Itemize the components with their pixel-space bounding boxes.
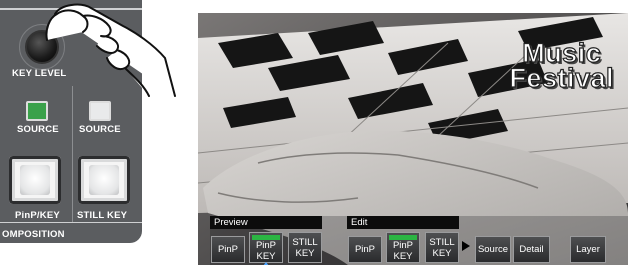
edit-pinp-key-line2: KEY [393, 250, 413, 262]
preview-pinp-button[interactable]: PinP [211, 236, 245, 263]
preview-pinp-label: PinP [217, 244, 239, 255]
layer-button[interactable]: Layer [570, 236, 606, 263]
preview-still-key-line1: STILL [292, 236, 318, 248]
preview-section-label: Preview [210, 216, 322, 229]
preview-pinp-key-button[interactable]: PinP KEY [249, 232, 283, 263]
preview-still-key-button[interactable]: STILL KEY [288, 232, 322, 263]
video-preview-screen: Music Festival Preview Edit PinP PinP KE… [198, 13, 628, 265]
edit-still-key-button[interactable]: STILL KEY [425, 232, 459, 263]
edit-pinp-label: PinP [354, 244, 376, 255]
title-line-2: Festival [509, 63, 614, 93]
pinp-key-button[interactable] [9, 156, 61, 204]
source-led-left[interactable] [26, 101, 48, 121]
source-label-right: SOURCE [79, 124, 121, 135]
edit-pinp-key-button[interactable]: PinP KEY [386, 232, 420, 263]
composition-ui-bar: Preview Edit PinP PinP KEY STILL KEY Pin… [210, 216, 628, 265]
detail-button[interactable]: Detail [513, 236, 550, 263]
edit-section-label: Edit [347, 216, 459, 229]
panel-divider [72, 86, 73, 222]
edit-still-key-line1: STILL [429, 236, 455, 248]
source-button[interactable]: Source [475, 236, 511, 263]
layer-button-label: Layer [576, 244, 600, 255]
edit-pinp-key-line1: PinP [392, 239, 414, 251]
source-label-left: SOURCE [17, 124, 59, 135]
panel-bottom-line [0, 222, 142, 223]
edit-still-key-line2: KEY [432, 247, 452, 259]
preview-pinp-key-line2: KEY [256, 250, 276, 262]
preview-still-key-line2: KEY [295, 247, 315, 259]
hand-illustration-icon [45, 3, 176, 97]
selection-marker-icon [263, 262, 269, 265]
play-arrow-icon [462, 241, 470, 251]
still-key-button-face [89, 165, 119, 195]
still-key-label: STILL KEY [77, 210, 128, 221]
composition-section-label: OMPOSITION [2, 229, 65, 240]
pinp-key-button-face [20, 165, 50, 195]
source-button-label: Source [477, 244, 509, 255]
pinp-key-label: PinP/KEY [15, 210, 60, 221]
source-led-right[interactable] [89, 101, 111, 121]
detail-button-label: Detail [519, 244, 544, 255]
preview-pinp-key-line1: PinP [255, 239, 277, 251]
edit-pinp-button[interactable]: PinP [348, 236, 382, 263]
still-key-button[interactable] [78, 156, 130, 204]
music-festival-title: Music Festival [509, 39, 614, 93]
